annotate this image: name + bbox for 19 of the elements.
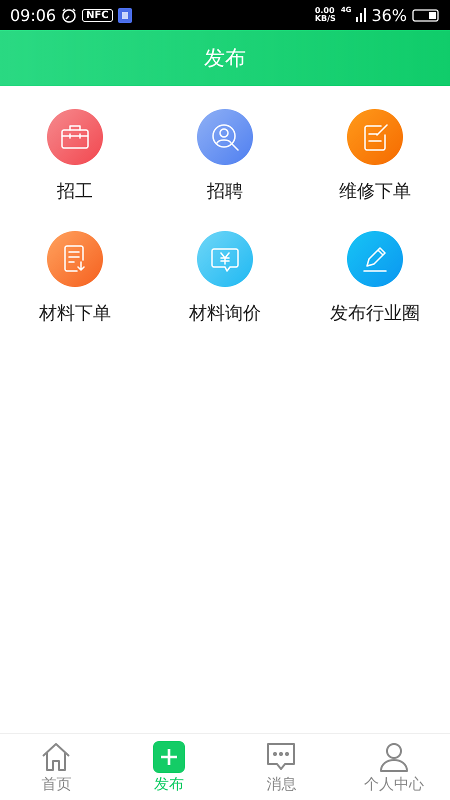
alarm-icon xyxy=(61,7,78,23)
nfc-indicator: NFC xyxy=(82,8,113,22)
menu-label[interactable]: 维修下单 xyxy=(339,181,411,203)
notification-icon xyxy=(118,8,132,22)
chat-icon xyxy=(265,740,298,772)
person-icon xyxy=(378,740,410,772)
plus-icon xyxy=(152,740,185,772)
menu-label[interactable]: 发布行业圈 xyxy=(330,303,420,325)
menu-label[interactable]: 材料下单 xyxy=(39,303,111,325)
menu-label[interactable]: 招工 xyxy=(57,181,93,203)
battery-icon xyxy=(412,8,440,22)
status-time: 09:06 xyxy=(10,6,56,24)
menu-label[interactable]: 招聘 xyxy=(207,181,243,203)
menu-label[interactable]: 材料询价 xyxy=(189,303,261,325)
page-title: 发布 xyxy=(204,45,246,72)
signal-icon xyxy=(356,8,366,22)
home-icon xyxy=(40,740,72,772)
battery-percent: 36% xyxy=(371,6,407,24)
network-speed: 0.00 KB/S xyxy=(314,7,336,23)
